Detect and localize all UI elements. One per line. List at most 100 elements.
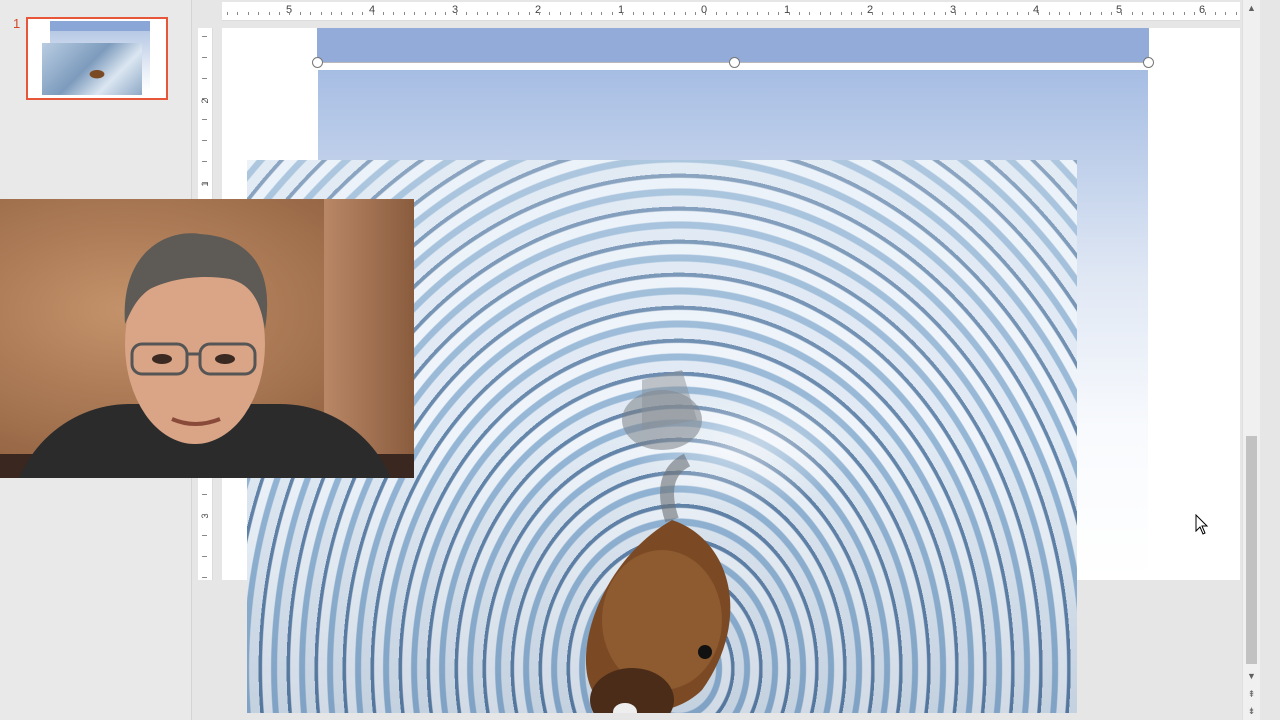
- ruler-tick: [685, 12, 686, 15]
- ruler-tick: [1080, 12, 1081, 15]
- ruler-tick: [789, 12, 790, 15]
- slide-thumbnail-1[interactable]: [26, 17, 168, 100]
- ruler-tick: [861, 12, 862, 15]
- ruler-tick: [1038, 12, 1039, 15]
- ruler-tick: [945, 12, 946, 15]
- ruler-tick: [882, 12, 883, 15]
- nutria-figure: [585, 370, 731, 713]
- ruler-tick: [633, 12, 634, 15]
- ruler-tick: [362, 12, 363, 15]
- ruler-tick: [202, 119, 207, 120]
- ruler-tick: [1111, 12, 1112, 15]
- resize-handle-right[interactable]: [1143, 57, 1154, 68]
- thumbnail-photo: [42, 43, 142, 95]
- resize-handle-left[interactable]: [312, 57, 323, 68]
- ruler-tick: [300, 12, 301, 15]
- ruler-tick: [809, 12, 810, 15]
- ruler-tick: [612, 12, 613, 15]
- ruler-tick: [529, 12, 530, 15]
- ruler-tick: [778, 12, 779, 15]
- ruler-tick: [820, 12, 821, 15]
- ruler-tick: [893, 12, 894, 15]
- next-slide-icon[interactable]: ⇟: [1243, 703, 1260, 720]
- previous-slide-icon[interactable]: ⇞: [1243, 686, 1260, 703]
- ruler-label: 2: [534, 4, 542, 16]
- ruler-tick: [1142, 12, 1143, 15]
- ruler-tick: [1153, 12, 1154, 15]
- ruler-tick: [341, 12, 342, 15]
- ruler-tick: [1101, 12, 1102, 15]
- ruler-tick: [997, 12, 998, 15]
- ruler-label: 3: [949, 4, 957, 16]
- ruler-tick: [466, 12, 467, 15]
- ruler-tick: [726, 12, 727, 15]
- ruler-tick: [321, 12, 322, 15]
- ruler-tick: [202, 36, 207, 37]
- ruler-tick: [202, 535, 207, 536]
- ruler-tick: [202, 161, 207, 162]
- ruler-tick: [279, 12, 280, 15]
- ruler-tick: [373, 12, 374, 15]
- ruler-tick: [1194, 12, 1195, 15]
- ruler-tick: [456, 12, 457, 15]
- ruler-tick: [716, 12, 717, 15]
- ruler-tick: [872, 12, 873, 15]
- ruler-tick: [202, 78, 207, 79]
- ruler-tick: [560, 12, 561, 15]
- ruler-tick: [202, 57, 207, 58]
- ruler-label: 4: [1032, 4, 1040, 16]
- ruler-tick: [768, 12, 769, 15]
- ruler-tick: [581, 12, 582, 15]
- ruler-tick: [1069, 12, 1070, 15]
- ruler-tick: [799, 12, 800, 15]
- ruler-tick: [1121, 12, 1122, 15]
- ruler-tick: [976, 12, 977, 15]
- ruler-tick: [1017, 12, 1018, 15]
- ruler-label: 1: [200, 181, 210, 187]
- ruler-tick: [1028, 12, 1029, 15]
- resize-handle-middle[interactable]: [729, 57, 740, 68]
- ruler-tick: [258, 12, 259, 15]
- ruler-tick: [695, 12, 696, 15]
- ruler-tick: [1132, 12, 1133, 15]
- thumbnail-title-band: [50, 21, 150, 31]
- ruler-tick: [965, 12, 966, 15]
- ruler-label: 2: [200, 98, 210, 104]
- ruler-tick: [1215, 12, 1216, 15]
- scroll-up-icon[interactable]: ▲: [1243, 0, 1260, 17]
- horizontal-ruler[interactable]: 543210123456: [222, 2, 1240, 21]
- ruler-tick: [352, 12, 353, 15]
- ruler-tick: [487, 12, 488, 15]
- ruler-tick: [913, 12, 914, 15]
- vertical-scrollbar[interactable]: ▲ ▼ ⇞ ⇟: [1242, 0, 1260, 720]
- ruler-tick: [1205, 12, 1206, 15]
- ruler-label: 0: [700, 4, 708, 16]
- ruler-tick: [757, 12, 758, 15]
- ruler-tick: [934, 12, 935, 15]
- right-panel-edge: [1260, 0, 1280, 720]
- ruler-tick: [643, 12, 644, 15]
- ruler-tick: [331, 12, 332, 15]
- ruler-tick: [747, 12, 748, 15]
- ruler-tick: [674, 12, 675, 15]
- ruler-tick: [1236, 12, 1237, 15]
- webcam-overlay: [0, 199, 414, 478]
- cursor-icon: [1195, 514, 1209, 535]
- ruler-tick: [903, 12, 904, 15]
- ruler-label: 1: [617, 4, 625, 16]
- ruler-tick: [477, 12, 478, 15]
- ruler-tick: [601, 12, 602, 15]
- ruler-tick: [539, 12, 540, 15]
- ruler-label: 3: [200, 513, 210, 519]
- ruler-tick: [237, 12, 238, 15]
- scrollbar-thumb[interactable]: [1246, 436, 1257, 664]
- ruler-label: 6: [1198, 4, 1206, 16]
- ruler-tick: [1184, 12, 1185, 15]
- ruler-tick: [508, 12, 509, 15]
- ruler-label: 2: [866, 4, 874, 16]
- ruler-tick: [518, 12, 519, 15]
- ruler-tick: [202, 140, 207, 141]
- scroll-down-icon[interactable]: ▼: [1243, 668, 1260, 685]
- ruler-label: 4: [368, 4, 376, 16]
- ruler-tick: [1163, 12, 1164, 15]
